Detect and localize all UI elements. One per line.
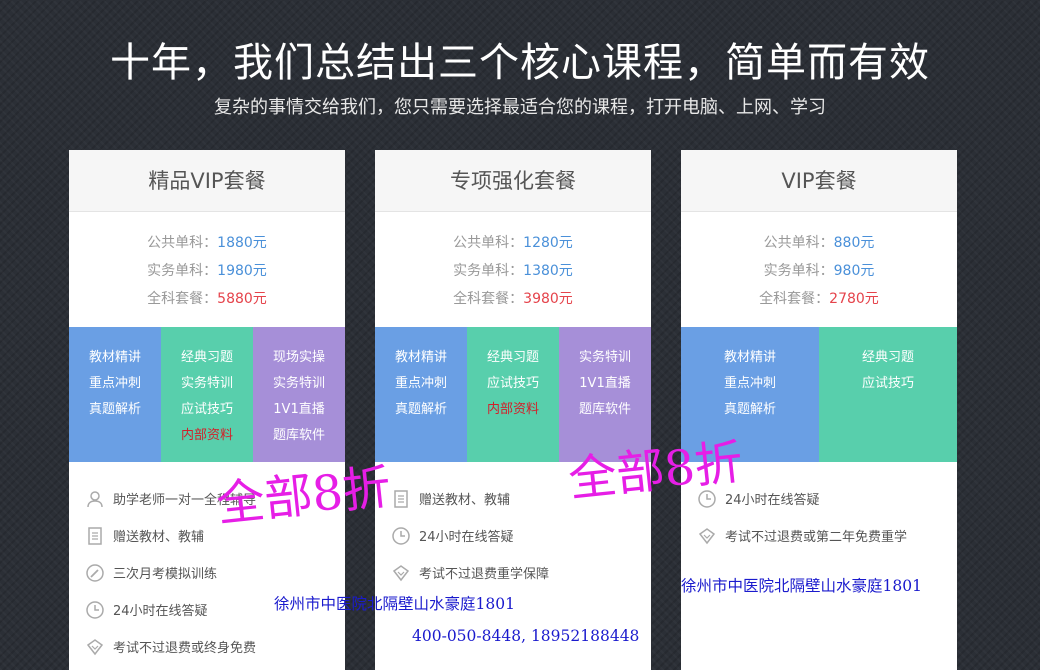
price-label: 公共单科：	[453, 235, 524, 251]
document-icon	[85, 526, 105, 546]
feature-item: 实务特训	[180, 376, 233, 391]
feature-column: 经典习题 实务特训 应试技巧 内部资料	[161, 327, 253, 462]
feature-item: 现场实操	[272, 350, 325, 365]
service-item: 三次月考模拟训练	[85, 554, 345, 591]
price-list: 公共单科：1880元 实务单科：1980元 全科套餐：5880元	[69, 212, 345, 327]
feature-item: 经典习题	[180, 350, 233, 365]
clock-icon	[391, 526, 411, 546]
phone-text: 400-050-8448, 18952188448	[412, 627, 640, 645]
feature-grid: 教材精讲 重点冲刺 真题解析 经典习题 实务特训 应试技巧 内部资料 现场实操 …	[69, 327, 345, 462]
feature-item: 应试技巧	[180, 402, 233, 417]
price-row: 全科套餐：3980元	[375, 285, 651, 313]
feature-item: 实务特训	[272, 376, 325, 391]
price-label: 公共单科：	[763, 235, 834, 251]
service-text: 24小时在线答疑	[419, 530, 514, 545]
price-value-total: 5880元	[217, 291, 267, 307]
feature-item: 1V1直播	[579, 376, 631, 391]
refund-icon	[391, 563, 411, 583]
price-value-total: 2780元	[829, 291, 879, 307]
address-text: 徐州市中医院北隔壁山水豪庭1801	[681, 577, 922, 595]
price-value: 1380元	[523, 263, 573, 279]
feature-item: 1V1直播	[273, 402, 325, 417]
service-text: 赠送教材、教辅	[419, 493, 511, 508]
service-item: 24小时在线答疑	[391, 517, 651, 554]
service-text: 考试不过退费或第二年免费重学	[725, 530, 908, 545]
price-value: 1980元	[217, 263, 267, 279]
price-value: 980元	[833, 263, 875, 279]
feature-item: 题库软件	[578, 402, 631, 417]
price-value: 1280元	[523, 235, 573, 251]
price-label: 全科套餐：	[453, 291, 524, 307]
package-name: 专项强化套餐	[375, 150, 651, 212]
price-row: 全科套餐：2780元	[681, 285, 957, 313]
refund-icon	[85, 637, 105, 657]
service-item: 考试不过退费重学保障	[391, 554, 651, 591]
feature-item: 教材精讲	[88, 350, 141, 365]
document-icon	[391, 489, 411, 509]
clock-icon	[85, 600, 105, 620]
address-text: 徐州市中医院北隔壁山水豪庭1801	[274, 595, 515, 613]
feature-item: 重点冲刺	[394, 376, 447, 391]
feature-column: 现场实操 实务特训 1V1直播 题库软件	[253, 327, 345, 462]
feature-item: 真题解析	[723, 402, 776, 417]
page-title: 十年，我们总结出三个核心课程，简单而有效	[110, 40, 930, 86]
price-label: 实务单科：	[147, 263, 218, 279]
feature-item: 重点冲刺	[723, 376, 776, 391]
feature-item: 真题解析	[394, 402, 447, 417]
feature-item: 重点冲刺	[88, 376, 141, 391]
feature-item: 实务特训	[578, 350, 631, 365]
price-row: 公共单科：1880元	[69, 229, 345, 257]
feature-item: 经典习题	[486, 350, 539, 365]
price-label: 实务单科：	[453, 263, 524, 279]
package-name: 精品VIP套餐	[69, 150, 345, 212]
feature-item: 应试技巧	[486, 376, 539, 391]
price-row: 全科套餐：5880元	[69, 285, 345, 313]
feature-column: 经典习题 应试技巧	[819, 327, 957, 462]
feature-item: 题库软件	[272, 428, 325, 443]
price-list: 公共单科：880元 实务单科：980元 全科套餐：2780元	[681, 212, 957, 327]
feature-item: 教材精讲	[394, 350, 447, 365]
package-name: VIP套餐	[681, 150, 957, 212]
price-label: 实务单科：	[763, 263, 834, 279]
price-label: 公共单科：	[147, 235, 218, 251]
price-label: 全科套餐：	[147, 291, 218, 307]
price-value: 880元	[833, 235, 875, 251]
service-text: 24小时在线答疑	[113, 604, 208, 619]
service-text: 赠送教材、教辅	[113, 530, 205, 545]
price-value-total: 3980元	[523, 291, 573, 307]
price-label: 全科套餐：	[759, 291, 830, 307]
price-row: 公共单科：880元	[681, 229, 957, 257]
user-icon	[85, 489, 105, 509]
feature-column: 教材精讲 重点冲刺 真题解析	[69, 327, 161, 462]
feature-item: 经典习题	[861, 350, 914, 365]
price-value: 1880元	[217, 235, 267, 251]
feature-item: 应试技巧	[861, 376, 914, 391]
service-text: 考试不过退费重学保障	[419, 567, 550, 582]
service-item: 考试不过退费或第二年免费重学	[697, 517, 957, 554]
price-row: 实务单科：1980元	[69, 257, 345, 285]
price-row: 实务单科：1380元	[375, 257, 651, 285]
feature-item-highlight: 内部资料	[180, 428, 233, 443]
service-text: 考试不过退费或终身免费	[113, 641, 257, 656]
feature-column: 教材精讲 重点冲刺 真题解析	[375, 327, 467, 462]
price-list: 公共单科：1280元 实务单科：1380元 全科套餐：3980元	[375, 212, 651, 327]
feature-item: 真题解析	[88, 402, 141, 417]
page-subtitle: 复杂的事情交给我们，您只需要选择最适合您的课程，打开电脑、上网、学习	[214, 97, 826, 118]
pencil-icon	[85, 563, 105, 583]
service-item: 考试不过退费或终身免费	[85, 628, 345, 665]
feature-item: 教材精讲	[723, 350, 776, 365]
feature-column: 经典习题 应试技巧 内部资料	[467, 327, 559, 462]
price-row: 公共单科：1280元	[375, 229, 651, 257]
service-text: 三次月考模拟训练	[113, 567, 218, 582]
feature-item-highlight: 内部资料	[486, 402, 539, 417]
price-row: 实务单科：980元	[681, 257, 957, 285]
refund-icon	[697, 526, 717, 546]
